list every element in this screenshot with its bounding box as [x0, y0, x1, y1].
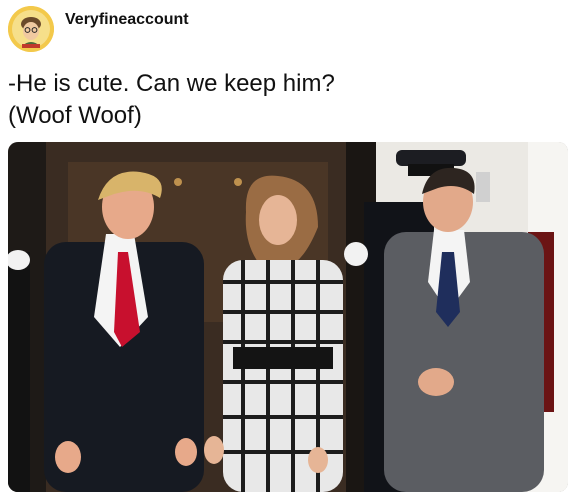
profile-avatar-icon[interactable]: [8, 6, 54, 52]
post-photo[interactable]: [8, 142, 568, 492]
post-header: Veryfineaccount: [8, 6, 562, 52]
post-caption: -He is cute. Can we keep him? (Woof Woof…: [8, 68, 562, 132]
username[interactable]: Veryfineaccount: [65, 11, 189, 29]
group-photo: [8, 142, 568, 492]
caption-line-1: -He is cute. Can we keep him?: [8, 70, 335, 97]
caption-line-2: (Woof Woof): [8, 102, 142, 129]
